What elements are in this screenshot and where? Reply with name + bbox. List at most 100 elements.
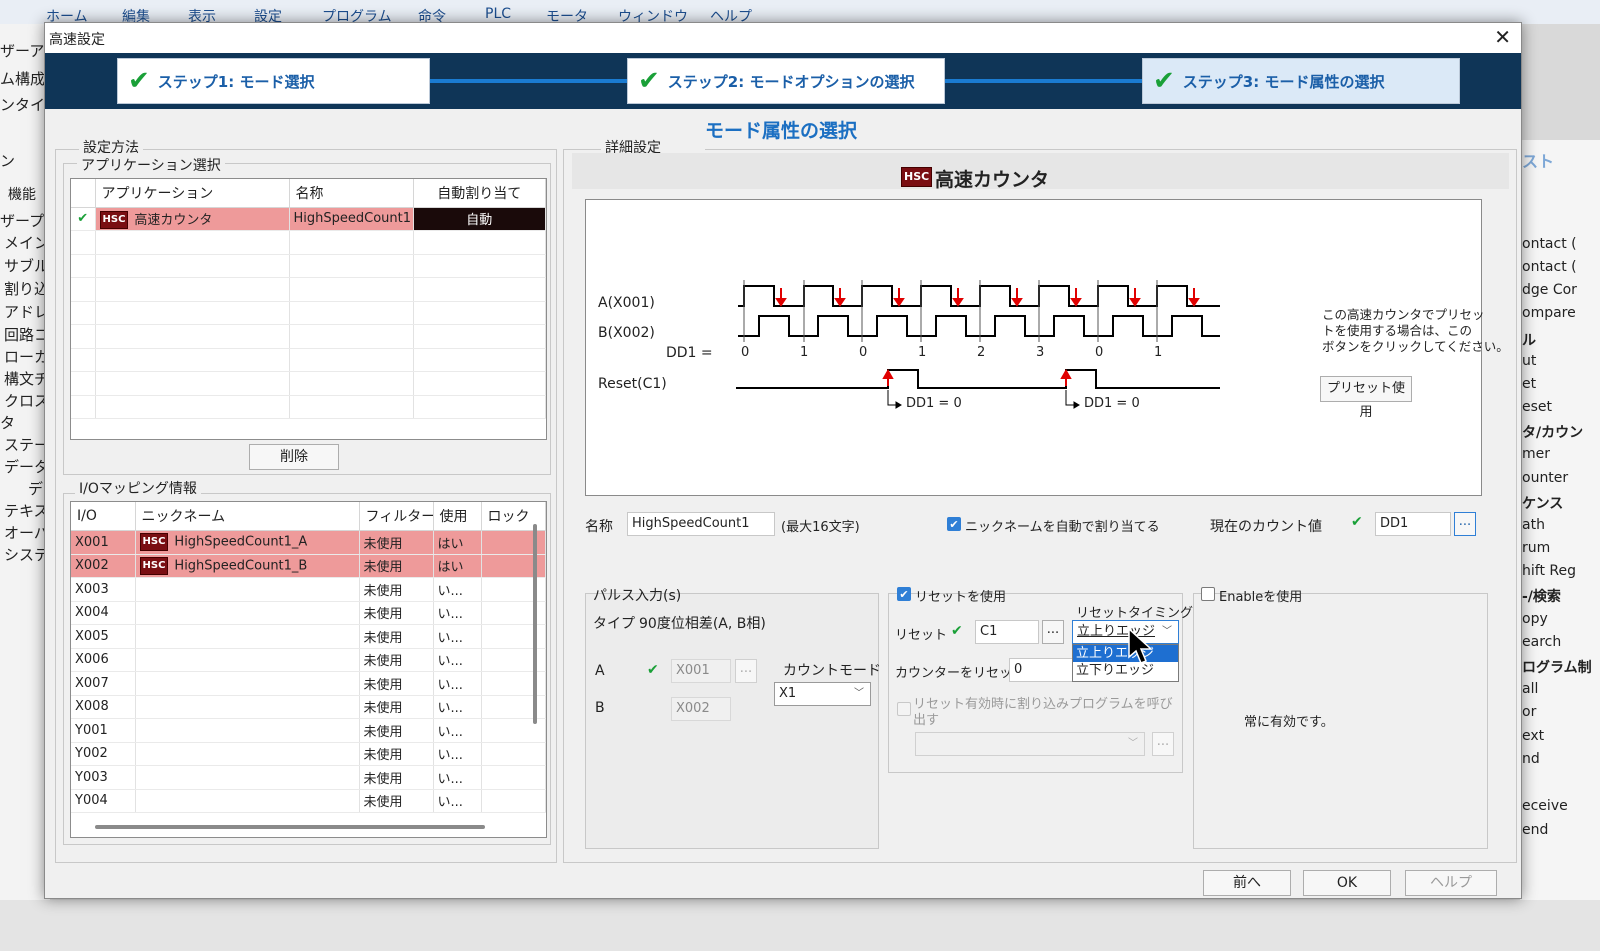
nickname-cell [135, 624, 360, 649]
reset-interrupt-checkbox[interactable] [897, 702, 911, 716]
bg-right-item: ath [1522, 517, 1545, 533]
pulse-a-browse-button[interactable]: ... [735, 659, 757, 683]
counter-reset-input[interactable]: 0 [1009, 658, 1073, 682]
reset-label: リセット [895, 628, 948, 643]
app-bottom-area [0, 900, 1600, 951]
step-3-label: ステップ3: モード属性の選択 [1182, 72, 1385, 91]
enable-group [1193, 593, 1488, 849]
check-icon: ✔ [1153, 66, 1175, 96]
io-cell: X008 [71, 695, 136, 719]
table-row[interactable]: Y002 未使用 い... [71, 742, 546, 766]
bg-left-item: オーバ [4, 524, 49, 542]
table-row[interactable]: ✔ HSC 高速カウンタ HighSpeedCount1 自動 [71, 207, 546, 231]
use-cell: い... [433, 577, 482, 602]
app-col-auto[interactable]: 自動割り当て [413, 179, 546, 208]
help-button[interactable]: ヘルプ [1405, 870, 1497, 896]
table-row[interactable]: X007 未使用 い... [71, 671, 546, 696]
io-col-use[interactable]: 使用 [433, 502, 482, 531]
bg-right-item: ル [1522, 333, 1536, 349]
count-mode-select[interactable]: X1 ﹀ [774, 682, 871, 706]
bg-left-item: タ [0, 414, 16, 432]
pulse-a-input[interactable]: X001 [671, 659, 731, 683]
use-cell: い... [433, 718, 482, 743]
check-icon: ✔ [71, 207, 96, 231]
table-row[interactable]: Y004 未使用 い... [71, 789, 546, 813]
bg-right-item: ontact ( [1522, 259, 1577, 275]
bg-right-item: opy [1522, 611, 1548, 627]
io-cell: X007 [71, 671, 136, 696]
bg-right-item: hift Reg [1522, 563, 1576, 579]
app-cell-name: HighSpeedCount1 [289, 207, 414, 231]
pulse-b-input[interactable]: X002 [671, 697, 731, 721]
ok-button[interactable]: OK [1303, 870, 1391, 896]
interrupt-program-browse-button[interactable]: ... [1152, 732, 1174, 756]
preset-button[interactable]: プリセット使用 [1320, 376, 1412, 420]
chevron-down-icon: ﹀ [1162, 626, 1172, 637]
step-3[interactable]: ✔ ステップ3: モード属性の選択 [1142, 58, 1460, 104]
app-col-check [71, 179, 96, 208]
use-reset-checkbox[interactable]: ✔ [897, 587, 911, 601]
count-mode-value: X1 [779, 686, 797, 701]
bg-right-item: eceive [1522, 798, 1568, 814]
io-cell: X006 [71, 648, 136, 672]
table-row [71, 371, 546, 396]
name-input[interactable]: HighSpeedCount1 [627, 512, 775, 536]
hsc-icon: HSC [99, 211, 129, 229]
name-max-hint: (最大16文字) [781, 520, 860, 535]
table-row[interactable]: X004 未使用 い... [71, 601, 546, 625]
filter-cell: 未使用 [359, 765, 434, 790]
table-row[interactable]: X006 未使用 い... [71, 648, 546, 672]
step-2[interactable]: ✔ ステップ2: モードオプションの選択 [627, 58, 945, 104]
reset-input[interactable]: C1 [975, 620, 1039, 644]
check-icon: ✔ [1351, 514, 1363, 530]
table-row [71, 230, 546, 255]
table-row[interactable]: X001 HSC HighSpeedCount1_A 未使用 はい [71, 530, 546, 555]
hsc-icon: HSC [901, 167, 933, 187]
use-enable-checkbox[interactable] [1201, 587, 1215, 601]
io-col-io[interactable]: I/O [71, 502, 136, 531]
menu-plc[interactable]: PLC [485, 6, 511, 22]
table-row [71, 395, 546, 419]
app-col-name[interactable]: 名称 [289, 179, 414, 208]
io-table-vscroll[interactable] [533, 524, 537, 724]
current-count-browse-button[interactable]: ... [1454, 512, 1476, 536]
step-connector [430, 79, 630, 83]
io-table-hscroll[interactable] [95, 825, 485, 829]
close-icon[interactable]: ✕ [1494, 25, 1511, 49]
nickname-text: HighSpeedCount1_B [174, 558, 308, 574]
reset-timing-select[interactable]: 立上りエッジ ﹀ [1072, 620, 1179, 644]
reset-browse-button[interactable]: ... [1042, 620, 1064, 644]
table-row [71, 277, 546, 302]
use-cell: い... [433, 671, 482, 696]
nickname-cell [135, 765, 360, 790]
table-row[interactable]: X008 未使用 い... [71, 695, 546, 719]
bg-left-item: サブル [4, 257, 50, 275]
auto-nickname-checkbox[interactable]: ✔ [947, 517, 961, 531]
dropdown-option-rising[interactable]: 立上りエッジ [1073, 645, 1178, 662]
table-row[interactable]: Y001 未使用 い... [71, 718, 546, 743]
current-count-input[interactable]: DD1 [1375, 512, 1451, 536]
interrupt-program-select[interactable]: ﹀ [915, 732, 1145, 756]
table-row[interactable]: X002 HSC HighSpeedCount1_B 未使用 はい [71, 554, 546, 578]
lock-cell [481, 765, 546, 790]
delete-button[interactable]: 削除 [249, 444, 339, 470]
check-icon: ✔ [638, 66, 660, 96]
table-row[interactable]: X005 未使用 い... [71, 624, 546, 649]
nickname-cell [135, 695, 360, 719]
table-row [71, 254, 546, 278]
io-col-filter[interactable]: フィルター [359, 502, 434, 531]
bg-right-item: eset [1522, 399, 1553, 415]
nickname-cell [135, 648, 360, 672]
preset-help-line-3: ボタンをクリックしてください。 [1322, 339, 1509, 354]
bg-right-item: dge Cor [1522, 282, 1577, 298]
bg-right-item: et [1522, 376, 1537, 392]
io-col-nickname[interactable]: ニックネーム [135, 502, 360, 531]
step-2-label: ステップ2: モードオプションの選択 [667, 72, 915, 91]
app-col-application[interactable]: アプリケーション [95, 179, 290, 208]
table-row[interactable]: X003 未使用 い... [71, 577, 546, 602]
table-row[interactable]: Y003 未使用 い... [71, 765, 546, 790]
step-1[interactable]: ✔ ステップ1: モード選択 [117, 58, 430, 104]
pulse-a-label: A [595, 663, 605, 679]
prev-button[interactable]: 前へ [1203, 870, 1291, 896]
dropdown-option-falling[interactable]: 立下りエッジ [1073, 662, 1178, 679]
